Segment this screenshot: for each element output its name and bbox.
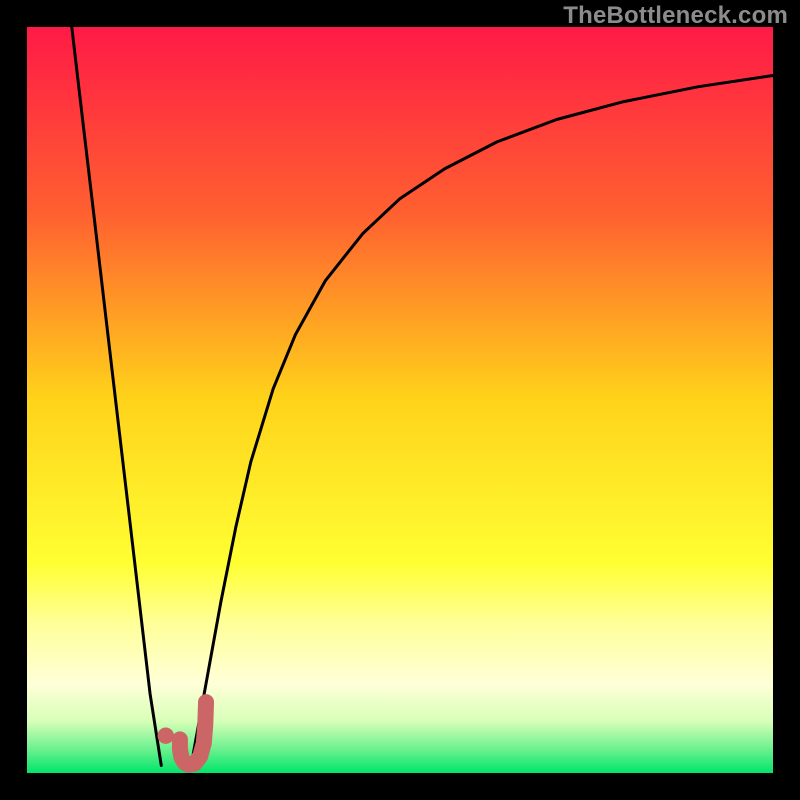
marker-j-dot [158,727,174,743]
chart-container: TheBottleneck.com [0,0,800,800]
watermark-text: TheBottleneck.com [563,2,788,30]
gradient-background [27,27,773,773]
plot-area [27,27,773,773]
